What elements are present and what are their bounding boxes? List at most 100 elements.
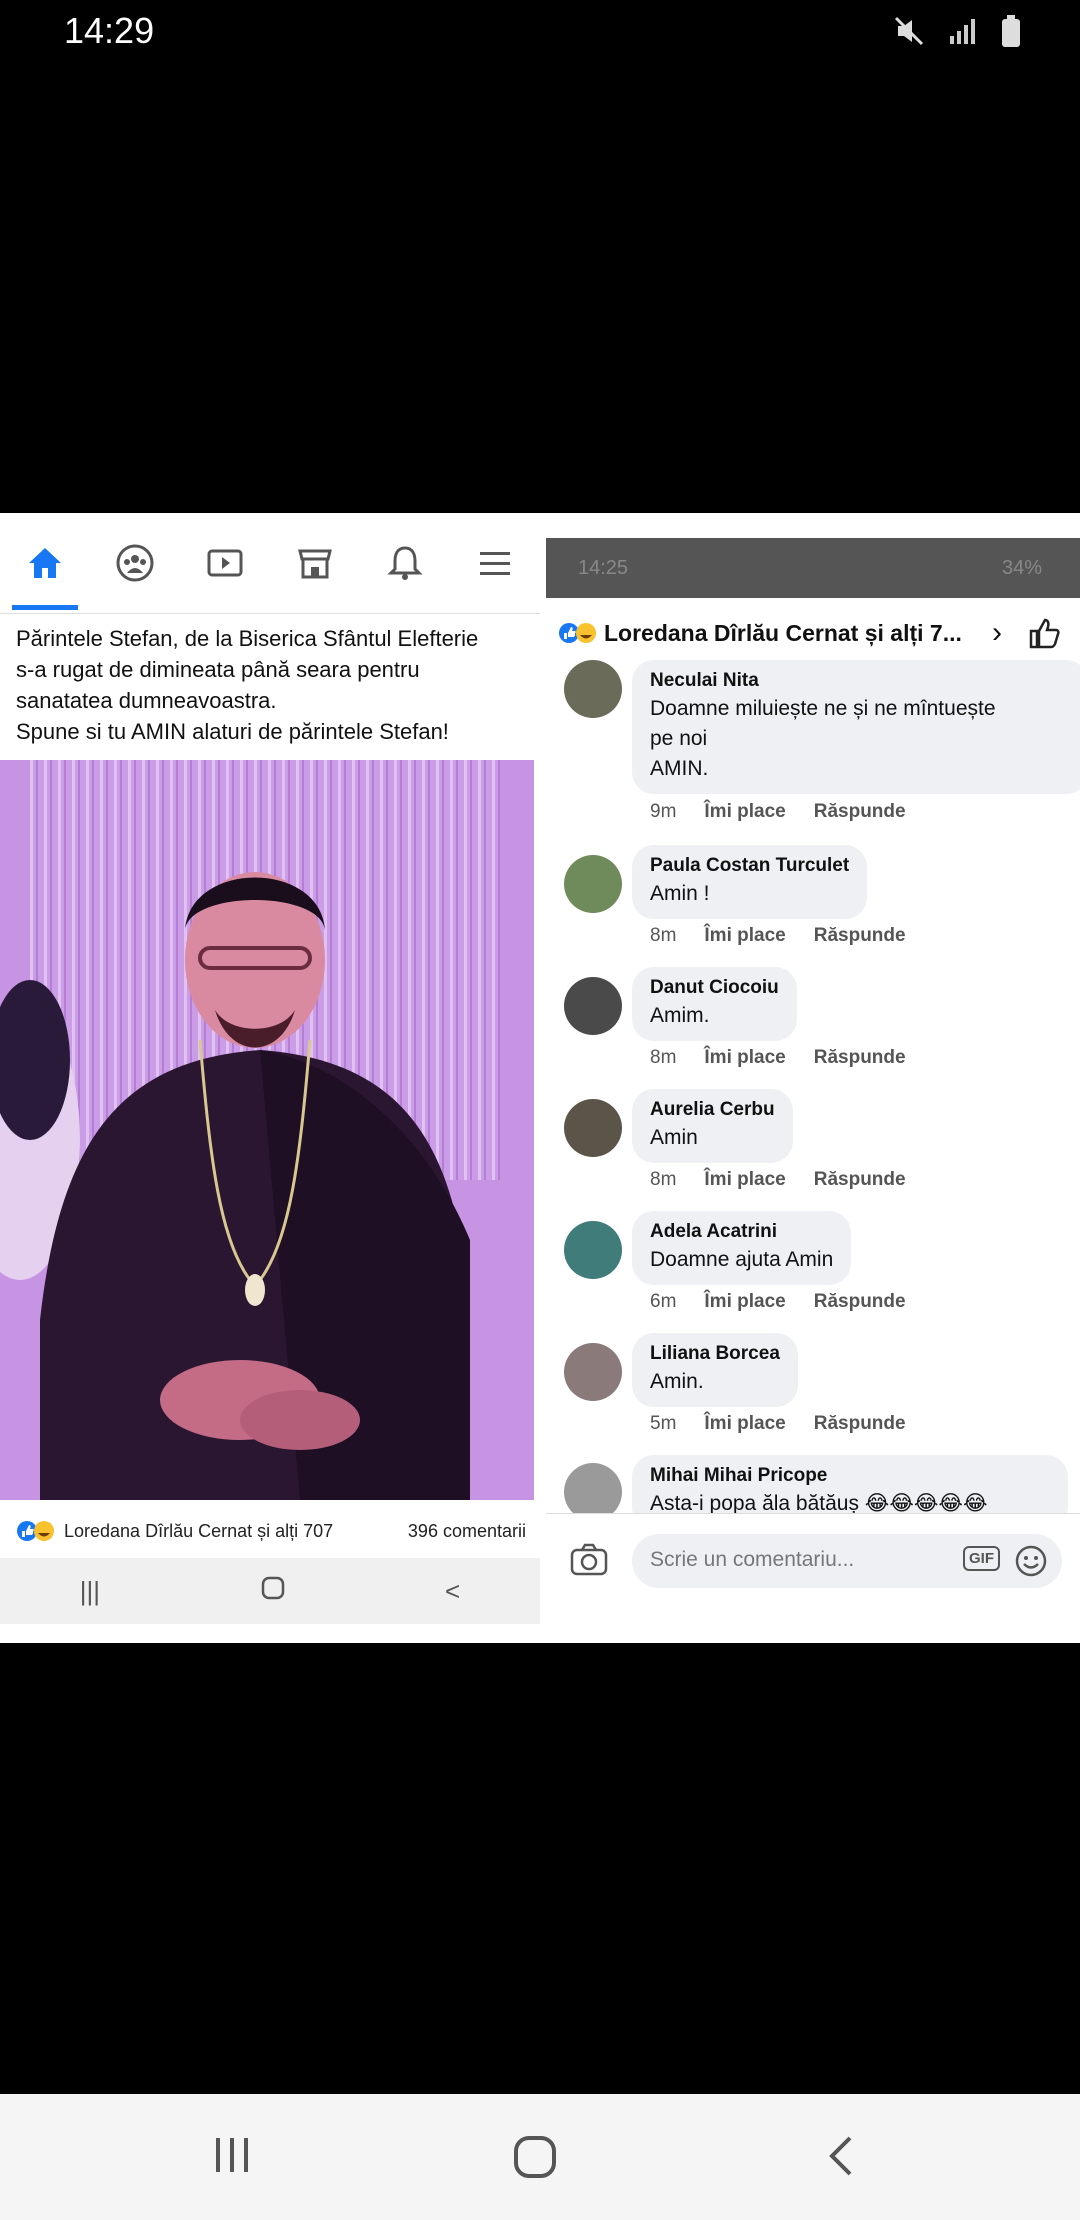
comment-text: Doamne ajuta Amin: [650, 1248, 834, 1271]
signal-icon: [948, 16, 978, 51]
avatar[interactable]: [564, 1099, 622, 1157]
comments-panel: 14:25 34% Loredana Dîrlău Cernat și alți…: [546, 538, 1080, 1618]
mute-icon: [892, 14, 926, 53]
comment-text: Asta-i popa ăla bătăuș 😂😂😂😂😂: [650, 1492, 988, 1513]
avatar[interactable]: [564, 855, 622, 913]
comment-time: 8m: [650, 925, 677, 946]
reply-link[interactable]: Răspunde: [814, 1291, 906, 1313]
commenter-name[interactable]: Neculai Nita: [650, 668, 1070, 694]
like-link[interactable]: Îmi place: [704, 1413, 785, 1435]
commenter-name[interactable]: Adela Acatrini: [650, 1219, 833, 1245]
comment-meta: 8m Îmi place Răspunde: [650, 1047, 906, 1069]
comment-meta: 8m Îmi place Răspunde: [650, 925, 906, 947]
post-text-line: Părintele Stefan, de la Biserica Sfântul…: [16, 626, 479, 651]
comment-time: 6m: [650, 1291, 677, 1312]
comment-composer: Scrie un comentariu... GIF: [546, 1513, 1080, 1606]
gif-button[interactable]: GIF: [963, 1546, 1000, 1571]
commenter-name[interactable]: Liliana Borcea: [650, 1341, 780, 1367]
post-text-line: sanatatea dumneavoastra.: [16, 688, 277, 713]
reaction-icons: [16, 1520, 56, 1542]
like-link[interactable]: Îmi place: [704, 1169, 785, 1191]
comment-text: Amim.: [650, 1004, 710, 1027]
comment-input[interactable]: Scrie un comentariu... GIF: [632, 1534, 1062, 1588]
status-time: 14:29: [64, 10, 155, 51]
comment-text: Doamne miluiește ne și ne mîntuește: [650, 697, 996, 720]
reply-link[interactable]: Răspunde: [814, 1047, 906, 1069]
comment-time: 8m: [650, 1047, 677, 1068]
reply-link[interactable]: Răspunde: [814, 925, 906, 947]
commenter-name[interactable]: Mihai Mihai Pricope: [650, 1463, 1050, 1489]
like-link[interactable]: Îmi place: [704, 801, 785, 823]
facebook-nav-bar: [0, 513, 540, 614]
comment-input-placeholder: Scrie un comentariu...: [650, 1548, 855, 1571]
comment-bubble[interactable]: Adela Acatrini Doamne ajuta Amin: [632, 1211, 852, 1285]
avatar[interactable]: [564, 1463, 622, 1513]
home-button-icon[interactable]: [512, 2132, 560, 2185]
chevron-right-icon[interactable]: ›: [992, 616, 1002, 650]
like-link[interactable]: Îmi place: [704, 925, 785, 947]
android-nav-bar: [0, 2094, 1080, 2220]
back-icon[interactable]: [820, 2132, 860, 2185]
priest-photo-illustration: [0, 760, 534, 1500]
comment-bubble[interactable]: Mihai Mihai Pricope Asta-i popa ăla bătă…: [632, 1455, 1068, 1513]
back-icon[interactable]: <: [445, 1576, 460, 1607]
comments-count[interactable]: 396 comentarii: [408, 1521, 526, 1542]
inner-status-time: 14:25: [578, 556, 629, 579]
post-text-line: Spune si tu AMIN alaturi de părintele St…: [16, 719, 449, 744]
marketplace-icon[interactable]: [292, 540, 338, 586]
comments-header[interactable]: Loredana Dîrlău Cernat și alți 7... ›: [546, 598, 1080, 668]
comment-time: 5m: [650, 1413, 677, 1434]
inner-android-nav: ||| <: [0, 1558, 540, 1624]
like-link[interactable]: Îmi place: [704, 1047, 785, 1069]
menu-icon[interactable]: [472, 540, 518, 586]
comment-bubble[interactable]: Aurelia Cerbu Amin: [632, 1089, 793, 1163]
reaction-icons: [558, 622, 598, 644]
comment-text: Amin: [650, 1126, 698, 1149]
inner-status-battery: 34%: [1001, 556, 1042, 579]
comment-text: Amin !: [650, 882, 710, 905]
avatar[interactable]: [564, 1343, 622, 1401]
reply-link[interactable]: Răspunde: [814, 1413, 906, 1435]
emoji-icon[interactable]: [1014, 1544, 1048, 1583]
comment-time: 8m: [650, 1169, 677, 1190]
status-icons: [892, 14, 1022, 53]
comment-text: AMIN.: [650, 757, 709, 780]
reactions-summary[interactable]: Loredana Dîrlău Cernat și alți 707 396 c…: [0, 1503, 540, 1559]
avatar[interactable]: [564, 977, 622, 1035]
comment-bubble[interactable]: Liliana Borcea Amin.: [632, 1333, 798, 1407]
shared-screenshot: Părintele Stefan, de la Biserica Sfântul…: [0, 513, 1080, 1643]
thumbs-up-icon[interactable]: [1028, 616, 1062, 656]
commenter-name[interactable]: Danut Ciocoiu: [650, 975, 779, 1001]
post-photo[interactable]: [0, 760, 534, 1500]
watch-icon[interactable]: [202, 540, 248, 586]
reply-link[interactable]: Răspunde: [814, 801, 906, 823]
recents-icon[interactable]: [210, 2132, 254, 2181]
active-tab-indicator: [12, 605, 78, 610]
commenter-name[interactable]: Aurelia Cerbu: [650, 1097, 775, 1123]
home-icon[interactable]: [22, 540, 68, 586]
post-text: Părintele Stefan, de la Biserica Sfântul…: [16, 623, 531, 747]
comment-item: Mihai Mihai Pricope Asta-i popa ăla bătă…: [546, 1455, 1080, 1513]
comment-bubble[interactable]: Danut Ciocoiu Amim.: [632, 967, 797, 1041]
camera-icon[interactable]: [570, 1542, 608, 1581]
inner-status-bar: 14:25 34%: [546, 538, 1080, 598]
avatar[interactable]: [564, 660, 622, 718]
post-text-line: s-a rugat de dimineata până seara pentru: [16, 657, 420, 682]
home-button-icon[interactable]: [260, 1575, 286, 1608]
comment-text: Amin.: [650, 1370, 704, 1393]
reactors-title: Loredana Dîrlău Cernat și alți 7...: [604, 619, 962, 646]
groups-icon[interactable]: [112, 540, 158, 586]
reply-link[interactable]: Răspunde: [814, 1169, 906, 1191]
comment-bubble[interactable]: Paula Costan Turculet Amin !: [632, 845, 868, 919]
commenter-name[interactable]: Paula Costan Turculet: [650, 853, 849, 879]
avatar[interactable]: [564, 1221, 622, 1279]
comment-bubble[interactable]: Neculai Nita Doamne miluiește ne și ne m…: [632, 660, 1080, 794]
comment-meta: 8m Îmi place Răspunde: [650, 1169, 906, 1191]
battery-icon: [1000, 14, 1022, 53]
recents-icon[interactable]: |||: [80, 1576, 100, 1607]
notifications-icon[interactable]: [382, 540, 428, 586]
comment-meta: 6m Îmi place Răspunde: [650, 1291, 906, 1313]
like-link[interactable]: Îmi place: [704, 1291, 785, 1313]
comment-meta: 5m Îmi place Răspunde: [650, 1413, 906, 1435]
comment-text: pe noi: [650, 727, 708, 750]
